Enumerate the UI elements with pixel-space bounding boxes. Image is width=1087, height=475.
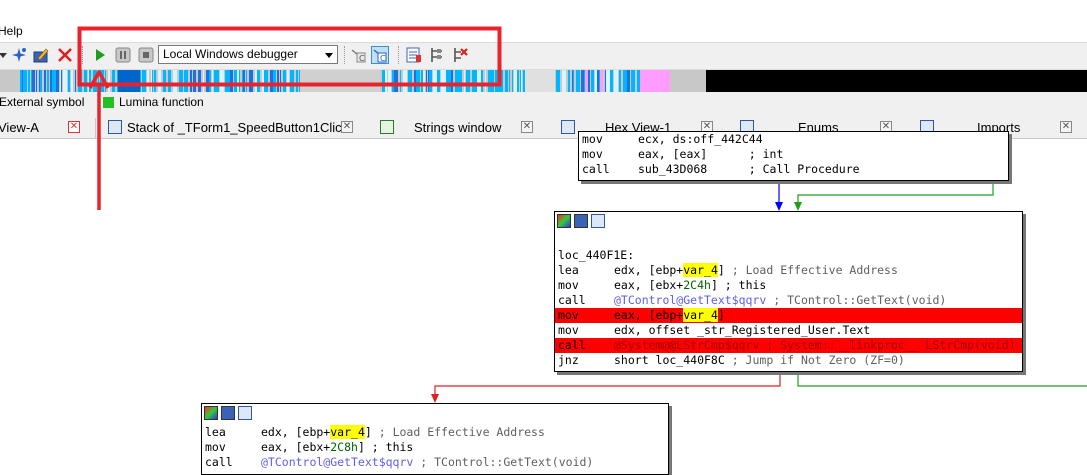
annotation-overlay xyxy=(77,26,502,210)
highlight-box xyxy=(77,26,502,87)
